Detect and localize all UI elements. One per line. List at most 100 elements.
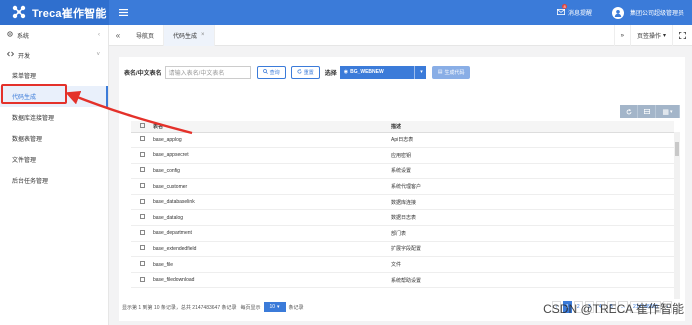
table-row[interactable]: base_filedownload 系统帮助设置 — [131, 272, 674, 289]
row-checkbox[interactable] — [131, 163, 153, 180]
search-form: 表名/中文表名 请输入表名/中文表名 查询 重置 选择 ◉ BG_WEBNEW … — [124, 65, 475, 79]
chevron-down-icon: ˅ — [96, 52, 100, 58]
columns-dropdown[interactable]: ▦ ▾ — [656, 105, 680, 118]
table-row[interactable]: base_datalog 数据日志表 — [131, 209, 674, 227]
tabs-bar: « 导航页 代码生成 × » 页签操作 ▾ — [109, 24, 692, 46]
table-name-cell: base_config — [153, 163, 391, 180]
avatar[interactable] — [611, 6, 624, 19]
tabs-scroll-right-icon[interactable]: » — [613, 25, 630, 46]
table-name-cell: base_file — [153, 256, 391, 273]
top-bar: Treca崔作智能 8 消息提醒 集团公司超级管理员 — [0, 0, 692, 25]
table-desc-cell: Api日志表 — [391, 132, 567, 149]
empty-cell — [567, 272, 674, 289]
page-ops-dropdown[interactable]: 页签操作 ▾ — [629, 25, 672, 46]
table-name-cell: base_applog — [153, 132, 391, 149]
empty-cell — [567, 194, 674, 211]
sidebar-item-dblink[interactable]: 数据库连接管理 — [0, 107, 108, 128]
column-header-desc[interactable]: 描述 — [391, 121, 567, 133]
user-name[interactable]: 集团公司超级管理员 — [630, 8, 684, 17]
messages-button[interactable]: 8 消息提醒 — [556, 4, 592, 17]
sidebar-group-label: 系统 — [17, 33, 30, 40]
fullscreen-icon[interactable] — [672, 25, 692, 46]
row-checkbox[interactable] — [131, 209, 153, 227]
database-icon: ◉ — [343, 69, 349, 75]
tabs-scroll-left-icon[interactable]: « — [109, 31, 127, 40]
vertical-scrollbar[interactable] — [674, 132, 680, 299]
scrollbar-thumb[interactable] — [675, 142, 679, 156]
table-row[interactable]: base_applog Api日志表 — [131, 132, 674, 149]
row-checkbox[interactable] — [131, 178, 153, 195]
table-name-label: 表名/中文表名 — [124, 70, 162, 77]
table-toolbar: ▦ ▾ — [620, 105, 680, 118]
sidebar-group-develop[interactable]: 开发 ˅ — [0, 45, 108, 65]
per-page-select[interactable]: 10 ▾ — [263, 302, 286, 312]
table-name-cell: base_extendedfield — [153, 241, 391, 258]
tables-table: 表名 描述 base_applog Api日志表 base_appsecret 应用密… — [131, 121, 674, 289]
row-checkbox[interactable] — [131, 147, 153, 164]
per-page-value: 10 — [269, 304, 276, 310]
chevron-down-icon: ▾ — [670, 108, 673, 115]
empty-cell — [567, 209, 674, 227]
database-value: BG_WEBNEW — [350, 69, 384, 75]
table-desc-cell: 部门表 — [391, 225, 567, 242]
table-row[interactable]: base_department 部门表 — [131, 225, 674, 242]
brand[interactable]: Treca崔作智能 — [0, 0, 109, 25]
reset-icon — [297, 68, 302, 76]
table-desc-cell: 系统设置 — [391, 163, 567, 180]
per-page-suffix: 条记录 — [288, 304, 304, 311]
reset-button[interactable]: 重置 — [290, 65, 320, 79]
content-area: 表名/中文表名 请输入表名/中文表名 查询 重置 选择 ◉ BG_WEBNEW … — [109, 46, 692, 325]
column-header-name[interactable]: 表名 — [153, 121, 391, 133]
reset-label: 重置 — [303, 69, 314, 76]
watermark: CSDN @TRECA 崔作智能 — [543, 302, 684, 316]
chevron-down-icon: ▾ — [662, 33, 666, 39]
toggle-view-icon[interactable] — [638, 105, 656, 118]
tab-codegen[interactable]: 代码生成 × — [164, 24, 215, 46]
table-desc-cell: 扩展字段配置 — [391, 241, 567, 258]
row-checkbox[interactable] — [131, 256, 153, 273]
table-desc-cell: 数据日志表 — [391, 209, 567, 227]
search-input[interactable]: 请输入表名/中文表名 — [164, 65, 251, 79]
table-row[interactable]: base_appsecret 应用密钥 — [131, 147, 674, 164]
sidebar-item-tables[interactable]: 数据表管理 — [0, 128, 108, 149]
row-checkbox[interactable] — [131, 225, 153, 242]
logo-icon — [12, 5, 26, 21]
table-row[interactable]: base_databaselink 数据库连接 — [131, 194, 674, 211]
app-title: Treca崔作智能 — [32, 7, 107, 20]
row-checkbox[interactable] — [131, 241, 153, 258]
table-name-cell: base_filedownload — [153, 272, 391, 289]
query-button[interactable]: 查询 — [256, 65, 286, 79]
tab-home[interactable]: 导航页 — [127, 24, 165, 46]
sidebar-item-menu[interactable]: 菜单管理 — [0, 65, 108, 86]
sidebar-item-jobs[interactable]: 后台任务管理 — [0, 170, 108, 191]
column-header-spacer — [567, 121, 674, 133]
empty-cell — [567, 241, 674, 258]
table-row[interactable]: base_extendedfield 扩展字段配置 — [131, 241, 674, 258]
sidebar-item-files[interactable]: 文件管理 — [0, 149, 108, 170]
table-row[interactable]: base_file 文件 — [131, 256, 674, 273]
menu-toggle-icon[interactable] — [117, 6, 130, 18]
table-name-cell: base_department — [153, 225, 391, 242]
records-summary: 显示第 1 到第 10 条记录，总共 2147483647 条记录 — [122, 304, 237, 311]
empty-cell — [567, 163, 674, 180]
active-indicator — [106, 86, 108, 107]
table-desc-cell: 应用密钥 — [391, 147, 567, 164]
chevron-down-icon: ▾ — [420, 68, 423, 75]
close-icon[interactable]: × — [201, 32, 205, 38]
messages-label: 消息提醒 — [567, 11, 592, 17]
refresh-icon[interactable] — [620, 105, 638, 118]
select-all-checkbox[interactable] — [131, 121, 153, 133]
sidebar-group-system[interactable]: 系统 ‹ — [0, 25, 108, 45]
table-row[interactable]: base_customer 系统代理客户 — [131, 178, 674, 195]
row-checkbox[interactable] — [131, 272, 153, 289]
row-checkbox[interactable] — [131, 194, 153, 211]
sidebar: 系统 ‹ 开发 ˅ 菜单管理 代码生成 数据库连接管理 数据表管理 文件管理 后… — [0, 25, 109, 325]
generate-code-button[interactable]: ▤ 生成代码 — [431, 65, 471, 79]
table-desc-cell: 系统帮助设置 — [391, 272, 567, 289]
database-select[interactable]: ◉ BG_WEBNEW ▾ — [339, 65, 426, 79]
row-checkbox[interactable] — [131, 132, 153, 149]
gear-icon — [7, 31, 13, 39]
table-name-cell: base_appsecret — [153, 147, 391, 164]
empty-cell — [567, 256, 674, 273]
table-row[interactable]: base_config 系统设置 — [131, 163, 674, 180]
